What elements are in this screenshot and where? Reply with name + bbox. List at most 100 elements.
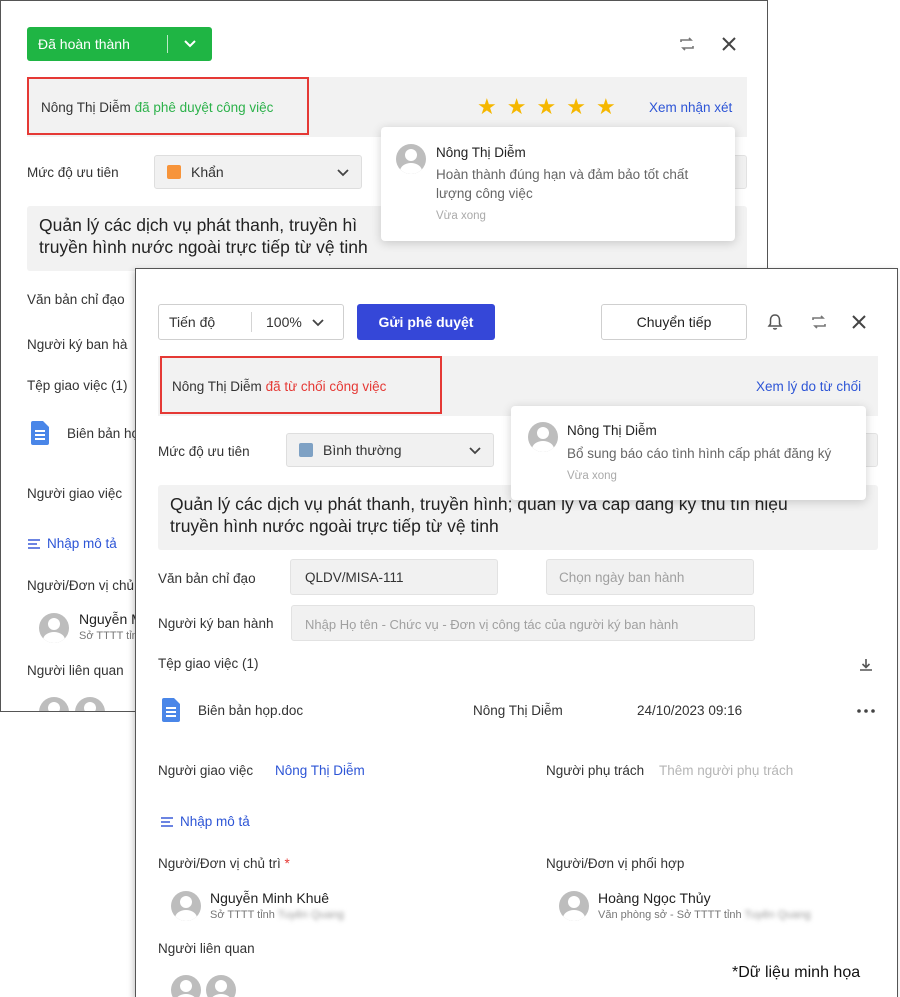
user-avatar: [206, 975, 236, 997]
close-icon[interactable]: [717, 33, 741, 55]
files-label: Tệp giao việc (1): [158, 656, 259, 671]
description-label: Nhập mô tả: [180, 814, 250, 829]
lead-name: Nguyễn M: [79, 611, 143, 627]
chevron-down-icon: [312, 314, 324, 330]
assigner-label: Người giao việc: [27, 486, 123, 501]
file-name[interactable]: Biên bản họp.doc: [198, 703, 303, 718]
directive-input[interactable]: QLDV/MISA-111: [290, 559, 498, 595]
star-icon: ★: [595, 94, 616, 119]
file-date: 24/10/2023 09:16: [637, 703, 743, 718]
blurred-location: Tuyên Quang: [744, 909, 811, 921]
user-avatar: [39, 697, 69, 711]
file-name[interactable]: Biên bản họ: [67, 426, 139, 441]
approver-name: Nông Thị Diễm: [41, 100, 131, 115]
lead-label: Người/Đơn vị chủ trì *: [158, 856, 290, 871]
priority-select[interactable]: Khẩn: [154, 155, 362, 189]
issue-date-input[interactable]: Chọn ngày ban hành: [546, 559, 754, 595]
coop-sub: Văn phòng sở - Sở TTTT tỉnh Tuyên Quang: [598, 909, 811, 921]
rejection-message: Nông Thị Diễm đã từ chối công việc: [172, 379, 386, 394]
reason-text: Bổ sung báo cáo tình hình cấp phát đăng …: [567, 446, 832, 461]
reviewer-name: Nông Thị Diễm: [172, 379, 262, 394]
signer-label: Người ký ban hà: [27, 337, 128, 352]
user-avatar: [396, 144, 426, 174]
user-avatar: [528, 422, 558, 452]
related-label: Người liên quan: [27, 663, 124, 678]
chevron-down-icon: [337, 164, 349, 180]
close-icon[interactable]: [848, 311, 870, 333]
related-label: Người liên quan: [158, 941, 255, 956]
assigner-value[interactable]: Nông Thị Diễm: [275, 763, 365, 778]
star-icon: ★: [566, 94, 586, 119]
owner-label: Người phụ trách: [546, 763, 645, 778]
repeat-icon[interactable]: [675, 33, 699, 55]
review-author: Nông Thị Diễm: [436, 145, 526, 160]
coop-label: Người/Đơn vị phối hợp: [546, 856, 685, 871]
bell-icon[interactable]: [764, 311, 786, 333]
download-icon[interactable]: [856, 655, 876, 675]
view-review-link[interactable]: Xem nhận xét: [649, 100, 732, 115]
priority-label: Mức độ ưu tiên: [27, 165, 119, 180]
footnote: *Dữ liệu minh họa: [732, 964, 861, 981]
reject-text: đã từ chối công việc: [265, 379, 387, 394]
lead-name: Nguyễn Minh Khuê: [210, 890, 330, 906]
signer-input[interactable]: Nhập Họ tên - Chức vụ - Đơn vị công tác …: [291, 605, 755, 641]
approval-text: đã phê duyệt công việc: [134, 100, 274, 115]
owner-input[interactable]: Thêm người phụ trách: [659, 763, 793, 778]
approval-message: Nông Thị Diễm đã phê duyệt công việc: [41, 100, 273, 115]
rejected-task-panel: Tiến độ 100% Gửi phê duyệt Chuyển tiếp N…: [135, 268, 898, 997]
forward-button[interactable]: Chuyển tiếp: [601, 304, 747, 340]
more-options-icon[interactable]: [854, 703, 878, 719]
review-time: Vừa xong: [436, 210, 486, 222]
description-label: Nhập mô tả: [47, 536, 117, 551]
reason-popup: Nông Thị Diễm Bổ sung báo cáo tình hình …: [511, 406, 866, 500]
reason-author: Nông Thị Diễm: [567, 423, 657, 438]
chevron-down-icon: [168, 40, 212, 48]
priority-color-swatch: [299, 443, 313, 457]
star-icon: ★: [536, 94, 557, 119]
add-description-button[interactable]: Nhập mô tả: [160, 814, 250, 829]
user-avatar: [39, 613, 69, 643]
blurred-location: Tuyên Quang: [277, 909, 344, 921]
review-popup: Nông Thị Diễm Hoàn thành đúng hạn và đảm…: [381, 127, 735, 241]
rating-stars: ★ ★ ★ ★ ★: [477, 94, 616, 120]
review-text: Hoàn thành đúng hạn và đảm bảo tốt chất: [436, 167, 689, 182]
lead-sub: Sở TTTT tỉnh Tuyên Quang: [210, 909, 344, 921]
lead-label: Người/Đơn vị chủ: [27, 578, 135, 593]
chevron-down-icon: [469, 442, 481, 458]
user-avatar: [171, 975, 201, 997]
add-description-button[interactable]: Nhập mô tả: [27, 536, 117, 551]
file-owner: Nông Thị Diễm: [473, 703, 563, 718]
required-mark: *: [284, 856, 290, 871]
menu-lines-icon: [28, 538, 40, 549]
repeat-icon[interactable]: [807, 311, 831, 333]
priority-value: Bình thường: [323, 442, 402, 458]
status-label: Đã hoàn thành: [38, 36, 130, 52]
priority-select[interactable]: Bình thường: [286, 433, 494, 467]
priority-value: Khẩn: [191, 164, 224, 180]
priority-color-swatch: [167, 165, 181, 179]
progress-label: Tiến độ: [169, 314, 216, 330]
submit-approval-button[interactable]: Gửi phê duyệt: [357, 304, 495, 340]
coop-name: Hoàng Ngọc Thủy: [598, 890, 711, 906]
directive-label: Văn bản chỉ đạo: [158, 571, 256, 586]
review-text: lượng công việc: [436, 186, 533, 201]
view-reason-link[interactable]: Xem lý do từ chối: [756, 379, 861, 394]
signer-label: Người ký ban hành: [158, 616, 274, 631]
menu-lines-icon: [161, 816, 173, 827]
reason-time: Vừa xong: [567, 470, 617, 482]
priority-label: Mức độ ưu tiên: [158, 444, 250, 459]
user-avatar: [75, 697, 105, 711]
directive-label: Văn bản chỉ đạo: [27, 292, 125, 307]
files-label: Tệp giao việc (1): [27, 378, 128, 393]
assigner-label: Người giao việc: [158, 763, 254, 778]
star-icon: ★: [506, 94, 527, 119]
progress-dropdown[interactable]: Tiến độ 100%: [158, 304, 344, 340]
doc-file-icon: [162, 698, 180, 722]
progress-value: 100%: [266, 314, 302, 330]
star-icon: ★: [477, 94, 497, 119]
user-avatar: [559, 891, 589, 921]
task-title-line: truyền hình nước ngoài trực tiếp từ vệ t…: [170, 516, 499, 536]
doc-file-icon: [31, 421, 49, 445]
status-dropdown-button[interactable]: Đã hoàn thành: [27, 27, 212, 61]
user-avatar: [171, 891, 201, 921]
